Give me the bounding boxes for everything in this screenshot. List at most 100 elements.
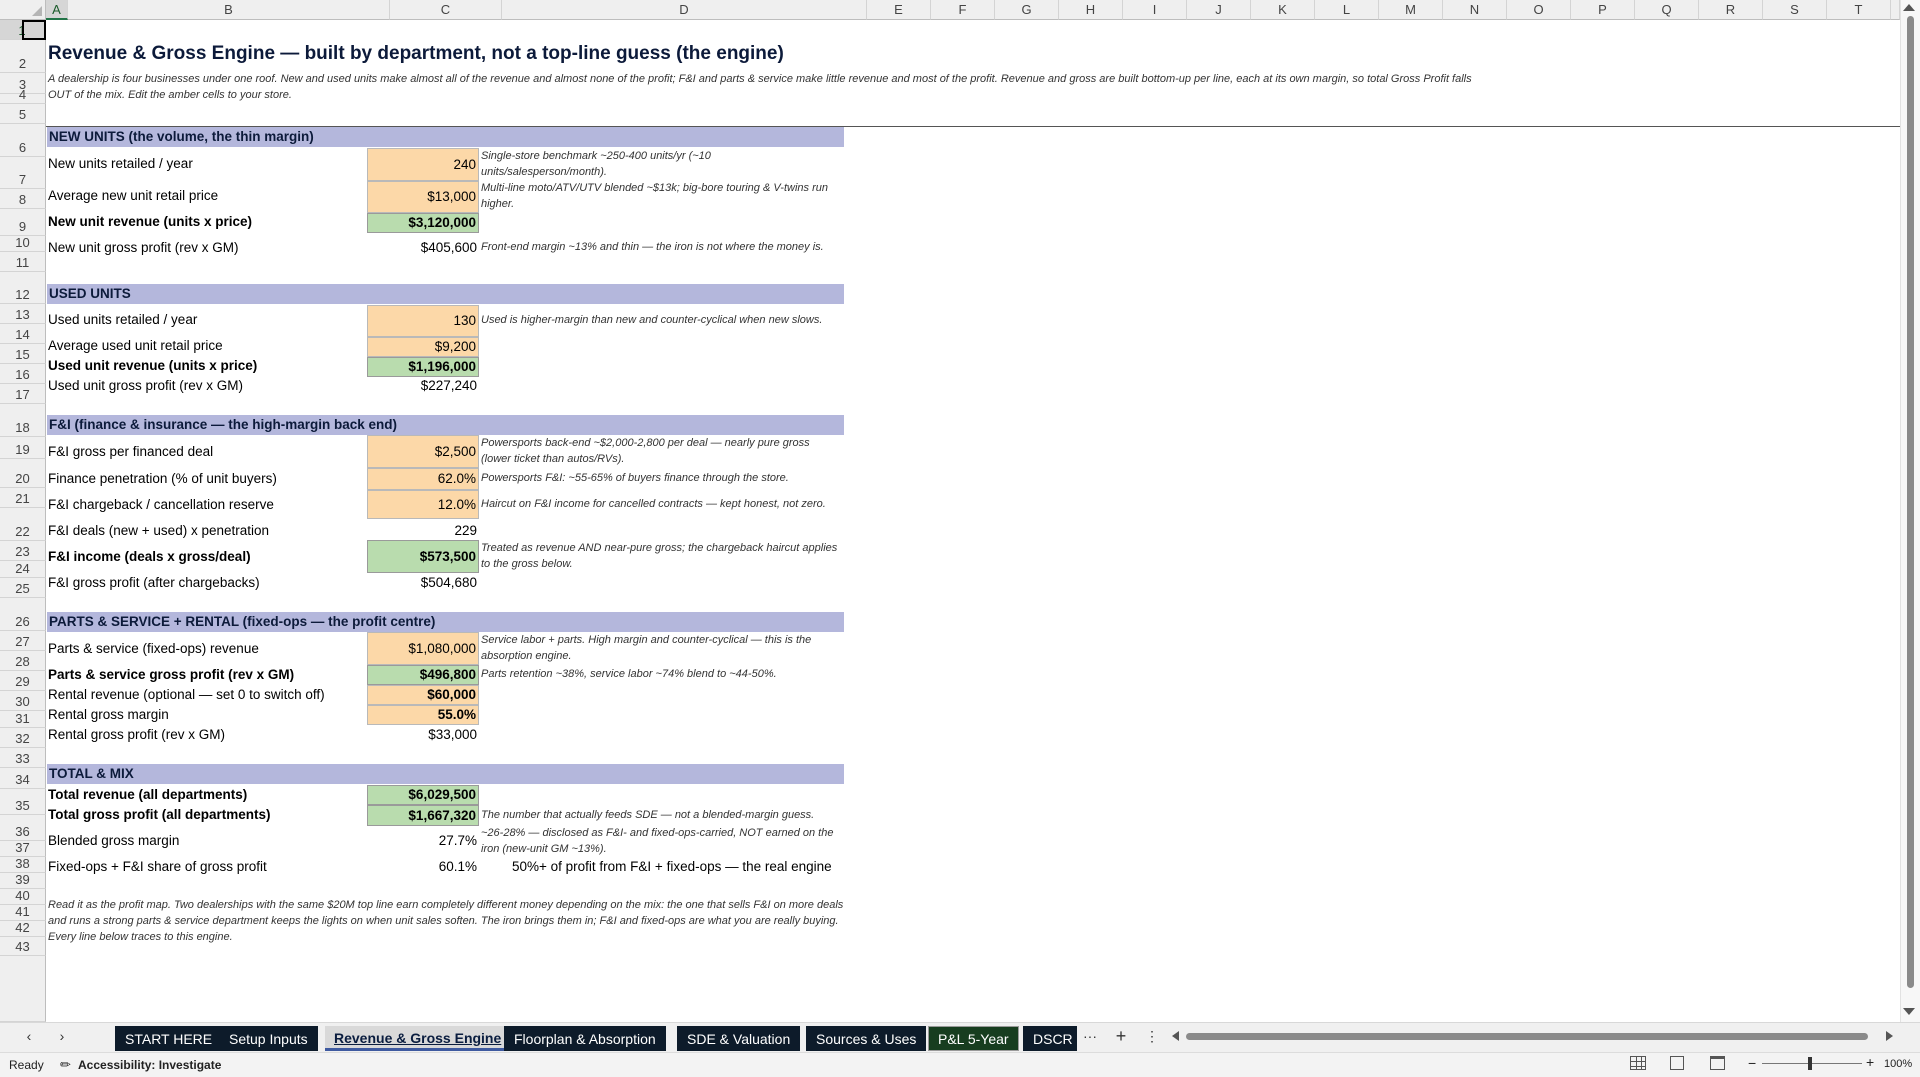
calc-blended-gross-margin[interactable]: 27.7%: [367, 833, 479, 848]
more-tabs-icon[interactable]: ···: [1080, 1028, 1100, 1044]
row-header-29[interactable]: 29: [0, 671, 46, 691]
row-header-10[interactable]: 10: [0, 235, 46, 252]
calc-fi-deals[interactable]: 229: [367, 523, 479, 538]
column-header-l[interactable]: L: [1315, 0, 1379, 20]
row-header-26[interactable]: 26: [0, 598, 46, 631]
column-header-h[interactable]: H: [1059, 0, 1123, 20]
input-new-units-retailed[interactable]: 240: [367, 148, 479, 181]
row-header-35[interactable]: 35: [0, 789, 46, 815]
row-header-6[interactable]: 6: [0, 124, 46, 157]
row-header-25[interactable]: 25: [0, 578, 46, 598]
input-avg-used-price[interactable]: $9,200: [367, 337, 479, 357]
hscroll-left-arrow-icon[interactable]: [1172, 1031, 1179, 1041]
scroll-up-arrow-icon[interactable]: [1903, 4, 1915, 11]
normal-view-icon[interactable]: [1630, 1056, 1646, 1070]
row-header-32[interactable]: 32: [0, 728, 46, 748]
scroll-down-arrow-icon[interactable]: [1903, 1008, 1915, 1015]
column-header-m[interactable]: M: [1379, 0, 1443, 20]
accessibility-icon[interactable]: ✏: [60, 1057, 71, 1073]
calc-fixed-ops-fi-share[interactable]: 60.1%: [367, 859, 479, 874]
row-header-41[interactable]: 41: [0, 904, 46, 921]
row-header-34[interactable]: 34: [0, 768, 46, 789]
column-header-i[interactable]: I: [1123, 0, 1187, 20]
row-header-31[interactable]: 31: [0, 711, 46, 728]
row-header-17[interactable]: 17: [0, 384, 46, 404]
row-header-23[interactable]: 23: [0, 541, 46, 561]
column-header-o[interactable]: O: [1507, 0, 1571, 20]
row-header-18[interactable]: 18: [0, 404, 46, 437]
row-header-36[interactable]: 36: [0, 815, 46, 841]
add-sheet-icon[interactable]: +: [1111, 1026, 1131, 1047]
calc-used-unit-gross[interactable]: $227,240: [367, 378, 479, 393]
input-finance-penetration[interactable]: 62.0%: [367, 468, 479, 490]
input-used-units-retailed[interactable]: 130: [367, 305, 479, 337]
column-header-s[interactable]: S: [1763, 0, 1827, 20]
column-header-t[interactable]: T: [1827, 0, 1891, 20]
row-header-16[interactable]: 16: [0, 364, 46, 384]
input-fi-gross-per-deal[interactable]: $2,500: [367, 435, 479, 468]
zoom-slider-thumb[interactable]: [1808, 1057, 1812, 1070]
row-header-37[interactable]: 37: [0, 840, 46, 857]
row-header-5[interactable]: 5: [0, 104, 46, 124]
input-parts-service-revenue[interactable]: $1,080,000: [367, 632, 479, 665]
calc-fi-gross-profit[interactable]: $504,680: [367, 575, 479, 590]
vertical-scrollbar[interactable]: [1900, 0, 1920, 1022]
spreadsheet[interactable]: ABCDEFGHIJKLMNOPQRST 1 2 3 4 5 6 7 8 9 10 11 12 13 14…: [0, 0, 1920, 1077]
tab-options-icon[interactable]: ⋮: [1145, 1028, 1159, 1045]
tab-start-here[interactable]: START HERE: [115, 1026, 223, 1051]
row-header-8[interactable]: 8: [0, 189, 46, 209]
column-header-f[interactable]: F: [931, 0, 995, 20]
row-header-9[interactable]: 9: [0, 209, 46, 236]
calc-used-unit-revenue[interactable]: $1,196,000: [367, 357, 479, 377]
row-header-20[interactable]: 20: [0, 459, 46, 488]
column-header-c[interactable]: C: [390, 0, 502, 20]
row-header-40[interactable]: 40: [0, 888, 46, 905]
row-header-12[interactable]: 12: [0, 272, 46, 304]
zoom-slider-track[interactable]: [1762, 1063, 1862, 1064]
tab-floorplan-absorption[interactable]: Floorplan & Absorption: [504, 1026, 666, 1051]
calc-total-gross-profit[interactable]: $1,667,320: [367, 805, 479, 826]
row-header-2[interactable]: 2: [0, 40, 46, 73]
active-cell-a1[interactable]: [22, 20, 46, 40]
row-header-21[interactable]: 21: [0, 488, 46, 508]
column-header-g[interactable]: G: [995, 0, 1059, 20]
tab-pl-5-year[interactable]: P&L 5-Year: [928, 1026, 1019, 1051]
tab-sde-valuation[interactable]: SDE & Valuation: [677, 1026, 801, 1051]
vertical-scroll-thumb[interactable]: [1907, 16, 1914, 988]
row-header-33[interactable]: 33: [0, 748, 46, 768]
row-header-22[interactable]: 22: [0, 508, 46, 541]
row-header-28[interactable]: 28: [0, 651, 46, 671]
zoom-level[interactable]: 100%: [1884, 1058, 1912, 1070]
column-header-a[interactable]: A: [46, 0, 68, 20]
column-header-k[interactable]: K: [1251, 0, 1315, 20]
column-header-p[interactable]: P: [1571, 0, 1635, 20]
row-header-13[interactable]: 13: [0, 304, 46, 324]
zoom-in-icon[interactable]: +: [1866, 1054, 1874, 1070]
select-all-corner[interactable]: [0, 0, 46, 20]
column-header-d[interactable]: D: [502, 0, 867, 20]
tab-scroll-left-icon[interactable]: ‹: [22, 1028, 36, 1044]
row-header-30[interactable]: 30: [0, 691, 46, 711]
row-header-42[interactable]: 42: [0, 920, 46, 937]
tab-scroll-right-icon[interactable]: ›: [55, 1028, 69, 1044]
column-header-q[interactable]: Q: [1635, 0, 1699, 20]
calc-new-unit-revenue[interactable]: $3,120,000: [367, 213, 479, 233]
column-header-r[interactable]: R: [1699, 0, 1763, 20]
row-header-19[interactable]: 19: [0, 437, 46, 459]
calc-rental-gross-profit[interactable]: $33,000: [367, 727, 479, 742]
column-header-j[interactable]: J: [1187, 0, 1251, 20]
input-avg-new-price[interactable]: $13,000: [367, 181, 479, 213]
accessibility-status[interactable]: Accessibility: Investigate: [78, 1058, 221, 1072]
page-layout-view-icon[interactable]: [1670, 1056, 1684, 1070]
tab-dscr[interactable]: DSCR &: [1023, 1026, 1077, 1051]
calc-total-revenue[interactable]: $6,029,500: [367, 785, 479, 805]
column-header-e[interactable]: E: [867, 0, 931, 20]
column-header-n[interactable]: N: [1443, 0, 1507, 20]
row-header-38[interactable]: 38: [0, 856, 46, 873]
calc-new-unit-gross[interactable]: $405,600: [367, 240, 479, 255]
calc-fi-income[interactable]: $573,500: [367, 540, 479, 573]
input-rental-gross-margin[interactable]: 55.0%: [367, 705, 479, 725]
row-header-43[interactable]: 43: [0, 937, 46, 956]
input-rental-revenue[interactable]: $60,000: [367, 685, 479, 705]
horizontal-scroll-thumb[interactable]: [1186, 1033, 1868, 1040]
